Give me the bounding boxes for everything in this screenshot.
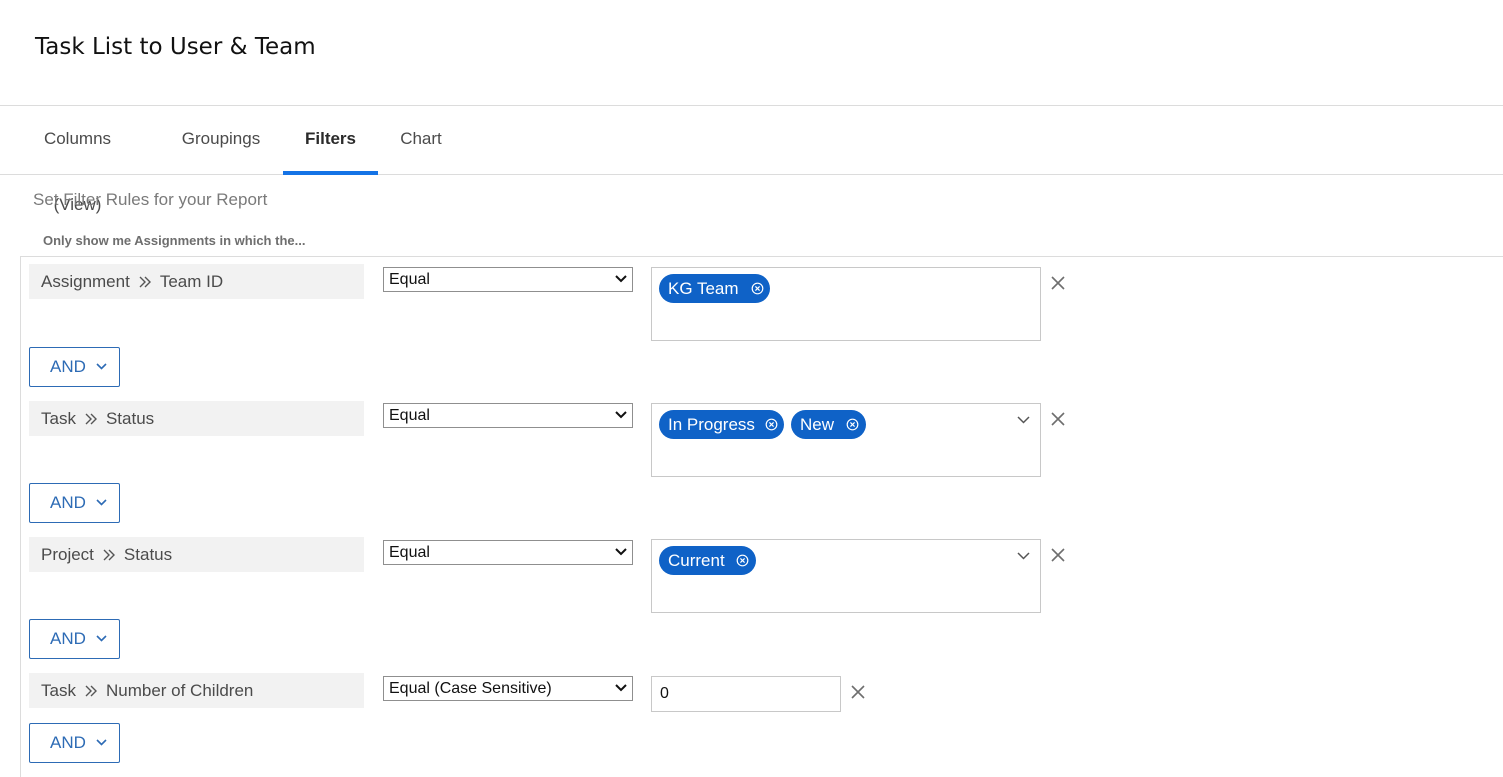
chevron-down-icon xyxy=(96,739,107,746)
double-chevron-right-icon xyxy=(130,264,160,299)
filter-object: Task xyxy=(41,409,76,428)
operator-value: Equal xyxy=(389,407,430,424)
filter-field[interactable]: Task Number of Children xyxy=(29,673,364,708)
operator-value: Equal (Case Sensitive) xyxy=(389,680,552,697)
chevron-down-icon xyxy=(615,411,627,419)
chevron-down-icon xyxy=(96,635,107,642)
filter-field[interactable]: Project Status xyxy=(29,537,364,572)
value-selector[interactable]: In Progress New xyxy=(651,403,1041,477)
filter-field[interactable]: Assignment Team ID xyxy=(29,264,364,299)
operator-select[interactable]: Equal (Case Sensitive) xyxy=(383,676,633,701)
chevron-down-icon xyxy=(615,548,627,556)
and-operator-button[interactable]: AND xyxy=(29,723,120,763)
operator-select[interactable]: Equal xyxy=(383,540,633,565)
operator-value: Equal xyxy=(389,544,430,561)
chip-label: New xyxy=(800,415,835,434)
filter-object: Project xyxy=(41,545,94,564)
filter-object: Task xyxy=(41,681,76,700)
filter-field[interactable]: Task Status xyxy=(29,401,364,436)
and-label: AND xyxy=(50,733,86,752)
chevron-down-icon xyxy=(615,684,627,692)
circle-x-icon[interactable] xyxy=(751,282,764,295)
tab-groupings[interactable]: Groupings xyxy=(181,106,261,174)
filter-field-name: Status xyxy=(105,409,155,428)
value-input[interactable]: 0 xyxy=(651,676,841,712)
chevron-down-icon xyxy=(96,499,107,506)
operator-select[interactable]: Equal xyxy=(383,267,633,292)
close-icon[interactable] xyxy=(1050,547,1066,563)
value-selector[interactable]: Current xyxy=(651,539,1041,613)
tab-filters[interactable]: Filters xyxy=(283,106,378,175)
filter-field-name: Status xyxy=(123,545,173,564)
chip-label: In Progress xyxy=(668,415,755,434)
close-icon[interactable] xyxy=(1050,275,1066,291)
filter-object: Assignment xyxy=(41,272,130,291)
value-chip: Current xyxy=(659,546,756,575)
chevron-down-icon[interactable] xyxy=(1017,552,1030,560)
circle-x-icon[interactable] xyxy=(846,418,859,431)
close-icon[interactable] xyxy=(850,684,866,700)
value-chip: New xyxy=(791,410,866,439)
operator-select[interactable]: Equal xyxy=(383,403,633,428)
circle-x-icon[interactable] xyxy=(765,418,778,431)
and-label: AND xyxy=(50,493,86,512)
section-subtitle: Set Filter Rules for your Report xyxy=(33,190,268,209)
operator-value: Equal xyxy=(389,271,430,288)
value-chip: KG Team xyxy=(659,274,770,303)
chevron-down-icon[interactable] xyxy=(1017,416,1030,424)
and-operator-button[interactable]: AND xyxy=(29,347,120,387)
tab-bar: Columns (View) Groupings Filters Chart xyxy=(0,106,1503,214)
close-icon[interactable] xyxy=(1050,411,1066,427)
circle-x-icon[interactable] xyxy=(736,554,749,567)
and-label: AND xyxy=(50,629,86,648)
tab-chart[interactable]: Chart xyxy=(400,106,442,174)
and-operator-button[interactable]: AND xyxy=(29,483,120,523)
value-chip: In Progress xyxy=(659,410,784,439)
tab-columns-view[interactable]: Columns (View) xyxy=(18,106,137,214)
and-label: AND xyxy=(50,357,86,376)
double-chevron-right-icon xyxy=(94,537,124,572)
double-chevron-right-icon xyxy=(76,673,106,708)
chip-label: Current xyxy=(668,551,725,570)
filter-field-name: Number of Children xyxy=(105,681,254,700)
and-operator-button[interactable]: AND xyxy=(29,619,120,659)
filter-field-name: Team ID xyxy=(159,272,224,291)
value-selector[interactable]: KG Team xyxy=(651,267,1041,341)
header: Task List to User & Team xyxy=(0,0,1503,106)
filter-intro-text: Only show me Assignments in which the... xyxy=(43,233,306,248)
page-title: Task List to User & Team xyxy=(35,34,316,60)
double-chevron-right-icon xyxy=(76,401,106,436)
chevron-down-icon xyxy=(96,363,107,370)
chevron-down-icon xyxy=(615,275,627,283)
chip-label: KG Team xyxy=(668,279,739,298)
